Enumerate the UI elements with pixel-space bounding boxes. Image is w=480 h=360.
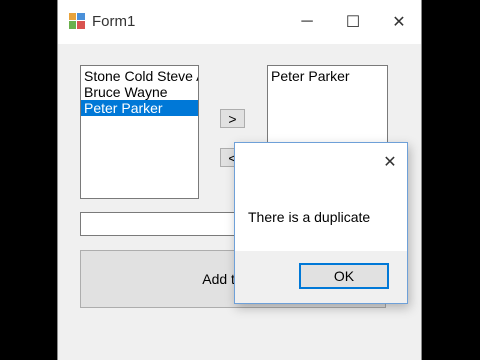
- left-listbox[interactable]: Stone Cold Steve Austin Bruce Wayne Pete…: [80, 65, 199, 199]
- maximize-icon[interactable]: ☐: [330, 0, 376, 44]
- move-right-button[interactable]: >: [220, 109, 245, 128]
- close-icon[interactable]: ✕: [376, 0, 422, 44]
- list-item-selected[interactable]: Peter Parker: [81, 100, 198, 116]
- list-item[interactable]: Peter Parker: [268, 68, 387, 84]
- app-icon: [69, 13, 85, 29]
- dialog-footer: OK: [235, 251, 407, 303]
- minimize-icon[interactable]: ─: [284, 0, 330, 44]
- title-bar[interactable]: Form1 ─ ☐ ✕: [58, 0, 421, 44]
- dialog-close-icon[interactable]: ✕: [379, 151, 401, 173]
- list-item[interactable]: Stone Cold Steve Austin: [81, 68, 198, 84]
- list-item[interactable]: Bruce Wayne: [81, 84, 198, 100]
- message-dialog: ✕ There is a duplicate OK: [234, 142, 408, 304]
- ok-button[interactable]: OK: [299, 263, 389, 289]
- window-title: Form1: [92, 13, 136, 30]
- dialog-message: There is a duplicate: [248, 209, 371, 225]
